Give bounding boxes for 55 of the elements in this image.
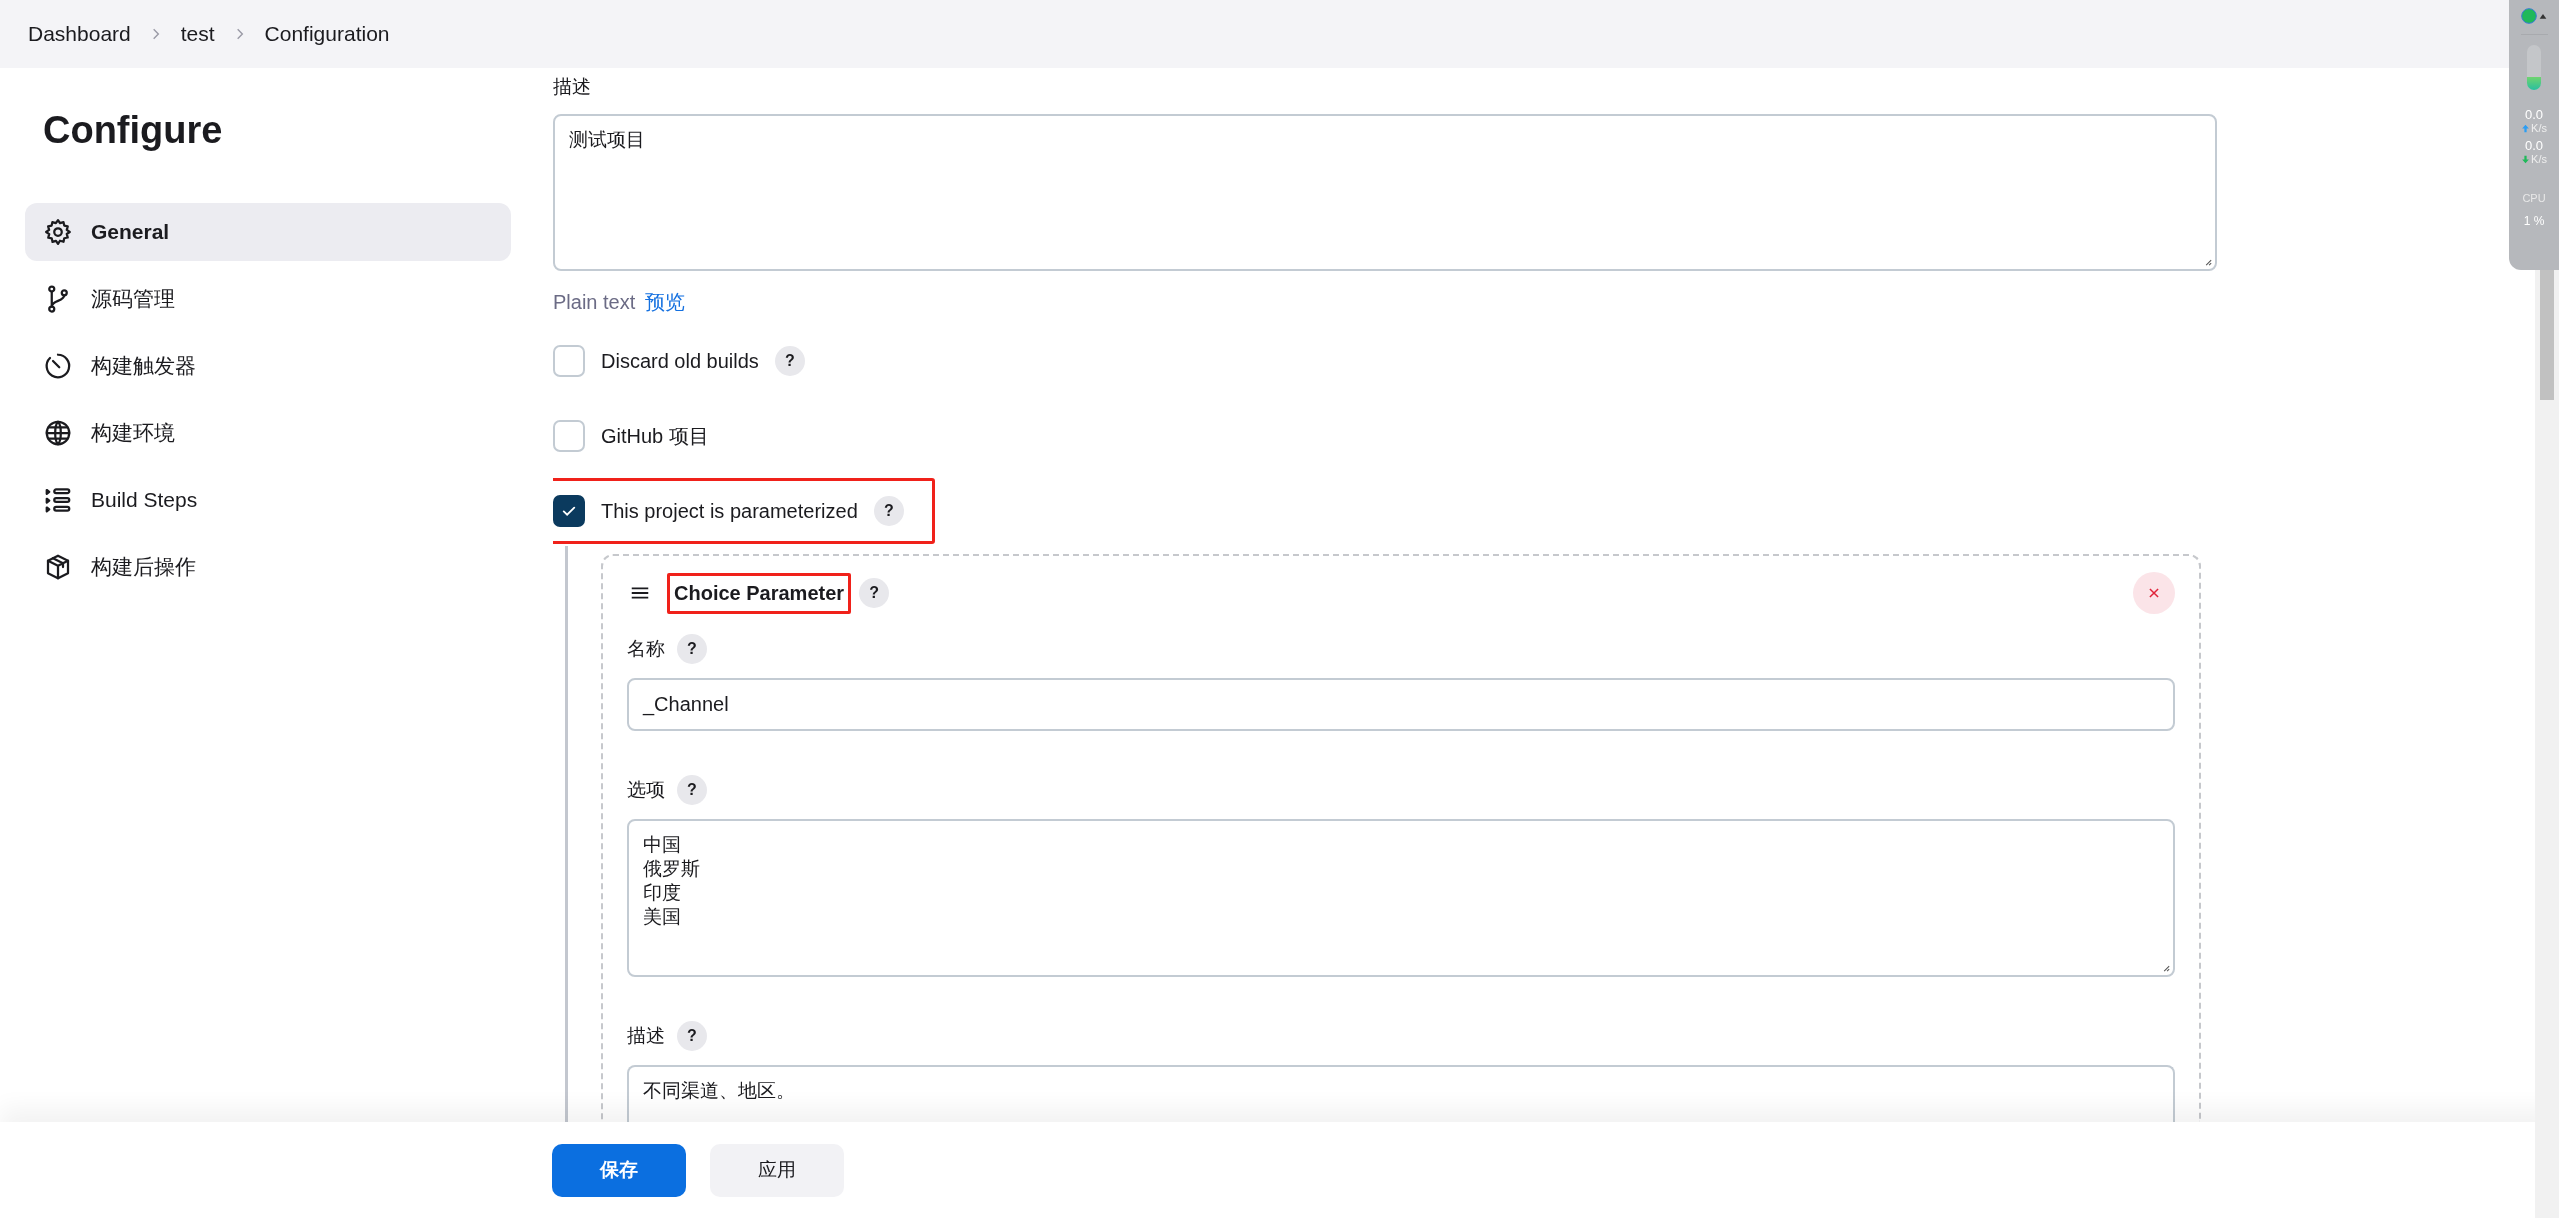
steps-icon bbox=[43, 485, 73, 515]
text-area[interactable]: 不同渠道、地区。 bbox=[627, 1065, 2175, 1122]
format-label: Plain text bbox=[553, 290, 636, 315]
gear-icon bbox=[43, 217, 73, 247]
text-line: 印度 bbox=[643, 881, 682, 905]
caret-icon bbox=[2537, 12, 2548, 20]
help-button[interactable]: ? bbox=[873, 496, 904, 526]
field-label: 描述 bbox=[553, 75, 591, 99]
sidebar-item[interactable]: 构建后操作 bbox=[25, 538, 511, 596]
sidebar-item[interactable]: 源码管理 bbox=[25, 270, 511, 328]
rate-value: 0.0 bbox=[2524, 139, 2544, 153]
help-button[interactable]: ? bbox=[677, 775, 707, 805]
preview-link[interactable]: 预览 bbox=[645, 289, 686, 315]
help-button[interactable]: ? bbox=[677, 1021, 707, 1051]
description-field[interactable]: 测试项目 bbox=[553, 114, 2217, 271]
breadcrumb-link[interactable]: Dashboard bbox=[28, 22, 131, 46]
globe-icon bbox=[43, 418, 73, 448]
save-button[interactable]: 保存 bbox=[552, 1143, 686, 1197]
text-field[interactable]: _Channel bbox=[627, 678, 2175, 731]
help-button[interactable]: ? bbox=[774, 346, 805, 376]
cpu-value: 1 % bbox=[2523, 214, 2545, 228]
sidebar-item[interactable]: 构建环境 bbox=[25, 404, 511, 462]
help-button[interactable]: ? bbox=[859, 578, 890, 608]
checkbox-label: Discard old builds bbox=[601, 349, 759, 373]
memory-meter bbox=[2527, 45, 2541, 90]
checkbox[interactable] bbox=[553, 495, 585, 527]
text-area[interactable]: 中国 俄罗斯 印度 美国 bbox=[627, 819, 2175, 977]
field-label: 选项 bbox=[627, 778, 665, 802]
checkbox-label: This project is parameterized bbox=[601, 499, 858, 523]
help-button[interactable]: ? bbox=[677, 634, 707, 664]
field-label: 名称 bbox=[627, 637, 665, 661]
text-line: 不同渠道、地区。 bbox=[643, 1079, 796, 1103]
sidebar-item[interactable]: 构建触发器 bbox=[25, 337, 511, 395]
status-dot-icon bbox=[2520, 8, 2537, 24]
rate-unit: K/s bbox=[2531, 122, 2547, 135]
page-title: Configure bbox=[43, 108, 224, 153]
apply-button[interactable]: 应用 bbox=[710, 1143, 844, 1197]
scrollbar[interactable] bbox=[2535, 270, 2559, 1218]
breadcrumb-link[interactable]: Configuration bbox=[264, 22, 390, 46]
text-line: 中国 bbox=[643, 833, 682, 857]
text-line: 美国 bbox=[643, 905, 682, 929]
text-line: 俄罗斯 bbox=[643, 857, 701, 881]
sidebar-item[interactable]: Build Steps bbox=[25, 471, 511, 529]
sidebar-item[interactable]: General bbox=[25, 203, 511, 261]
arrow-down-icon bbox=[2521, 155, 2531, 164]
rate-value: 0.0 bbox=[2524, 108, 2544, 122]
rate-unit: K/s bbox=[2531, 153, 2547, 166]
field-label: 描述 bbox=[627, 1024, 665, 1048]
timer-icon bbox=[43, 351, 73, 381]
breadcrumb-link[interactable]: test bbox=[180, 22, 215, 46]
checkbox-label: GitHub 项目 bbox=[601, 423, 709, 449]
parameter-title: Choice Parameter bbox=[667, 572, 852, 614]
arrow-up-icon bbox=[2521, 124, 2531, 133]
close-icon bbox=[2147, 586, 2161, 600]
close-button[interactable] bbox=[2133, 572, 2175, 614]
